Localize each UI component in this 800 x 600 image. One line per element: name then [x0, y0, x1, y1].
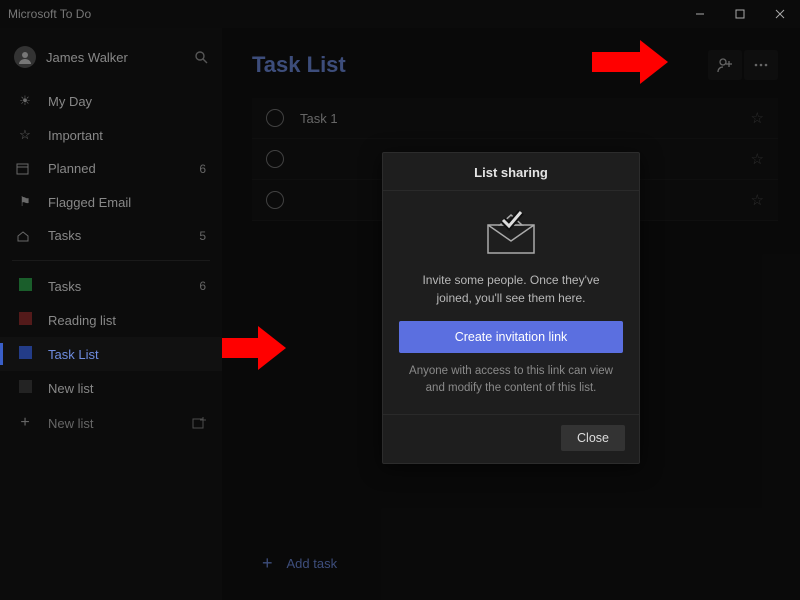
modal-overlay: List sharing Invite some people. Once th…	[222, 28, 800, 600]
sidebar-item-count: 6	[199, 279, 206, 293]
plus-icon: +	[16, 414, 34, 432]
window-close-button[interactable]	[760, 0, 800, 28]
sidebar-item-planned[interactable]: Planned 6	[0, 152, 222, 185]
title-bar: Microsoft To Do	[0, 0, 800, 28]
main-pane: Task List Task 1 ☆ ☆	[222, 28, 800, 600]
sidebar-item-count: 5	[199, 229, 206, 243]
add-group-icon	[192, 416, 206, 430]
sidebar-item-count: 6	[199, 162, 206, 176]
list-color-icon	[16, 312, 34, 328]
sidebar-item-label: Flagged Email	[48, 195, 131, 210]
new-list-label: New list	[48, 416, 94, 431]
sidebar-list-reading-list[interactable]: Reading list	[0, 303, 222, 337]
list-sharing-dialog: List sharing Invite some people. Once th…	[382, 152, 640, 464]
list-color-icon	[16, 278, 34, 294]
sidebar-item-label: New list	[48, 381, 94, 396]
dialog-illustration	[383, 191, 639, 265]
app-title: Microsoft To Do	[8, 7, 91, 21]
flag-icon: ⚑	[16, 194, 34, 210]
user-name: James Walker	[46, 50, 128, 65]
sidebar-item-label: Planned	[48, 161, 96, 176]
sidebar-item-tasks[interactable]: Tasks 5	[0, 219, 222, 252]
home-icon	[16, 229, 34, 242]
sidebar: James Walker ☀ My Day ☆ Important Planne…	[0, 28, 222, 600]
sidebar-list-tasks[interactable]: Tasks 6	[0, 269, 222, 303]
window-maximize-button[interactable]	[720, 0, 760, 28]
dialog-note: Anyone with access to this link can view…	[383, 353, 639, 410]
close-icon	[775, 9, 785, 19]
sidebar-item-label: Tasks	[48, 228, 81, 243]
list-color-icon	[16, 346, 34, 362]
new-list-row[interactable]: + New list	[0, 405, 222, 441]
add-group-button[interactable]	[192, 416, 206, 430]
star-icon: ☆	[16, 127, 34, 143]
envelope-check-icon	[480, 209, 542, 255]
sidebar-item-label: Reading list	[48, 313, 116, 328]
sidebar-item-label: Tasks	[48, 279, 81, 294]
sidebar-divider	[12, 260, 210, 261]
sidebar-item-flagged-email[interactable]: ⚑ Flagged Email	[0, 185, 222, 219]
maximize-icon	[735, 9, 745, 19]
avatar	[14, 46, 36, 68]
calendar-icon	[16, 162, 34, 175]
sidebar-item-important[interactable]: ☆ Important	[0, 118, 222, 152]
sidebar-list-new-list[interactable]: New list	[0, 371, 222, 405]
search-icon	[194, 50, 208, 64]
create-invitation-link-button[interactable]: Create invitation link	[399, 321, 623, 353]
sun-icon: ☀	[16, 93, 34, 109]
smart-lists: ☀ My Day ☆ Important Planned 6 ⚑ Flagged…	[0, 84, 222, 252]
account-row[interactable]: James Walker	[0, 36, 222, 84]
search-button[interactable]	[194, 50, 208, 64]
sidebar-item-label: My Day	[48, 94, 92, 109]
dialog-title: List sharing	[383, 153, 639, 191]
dialog-description: Invite some people. Once they've joined,…	[383, 265, 639, 321]
custom-lists: Tasks 6 Reading list Task List New list	[0, 269, 222, 405]
person-icon	[18, 50, 32, 64]
sidebar-list-task-list[interactable]: Task List	[0, 337, 222, 371]
dialog-close-button[interactable]: Close	[561, 425, 625, 451]
window-minimize-button[interactable]	[680, 0, 720, 28]
sidebar-item-label: Important	[48, 128, 103, 143]
sidebar-item-label: Task List	[48, 347, 99, 362]
minimize-icon	[695, 9, 705, 19]
list-color-icon	[16, 380, 34, 396]
sidebar-item-my-day[interactable]: ☀ My Day	[0, 84, 222, 118]
